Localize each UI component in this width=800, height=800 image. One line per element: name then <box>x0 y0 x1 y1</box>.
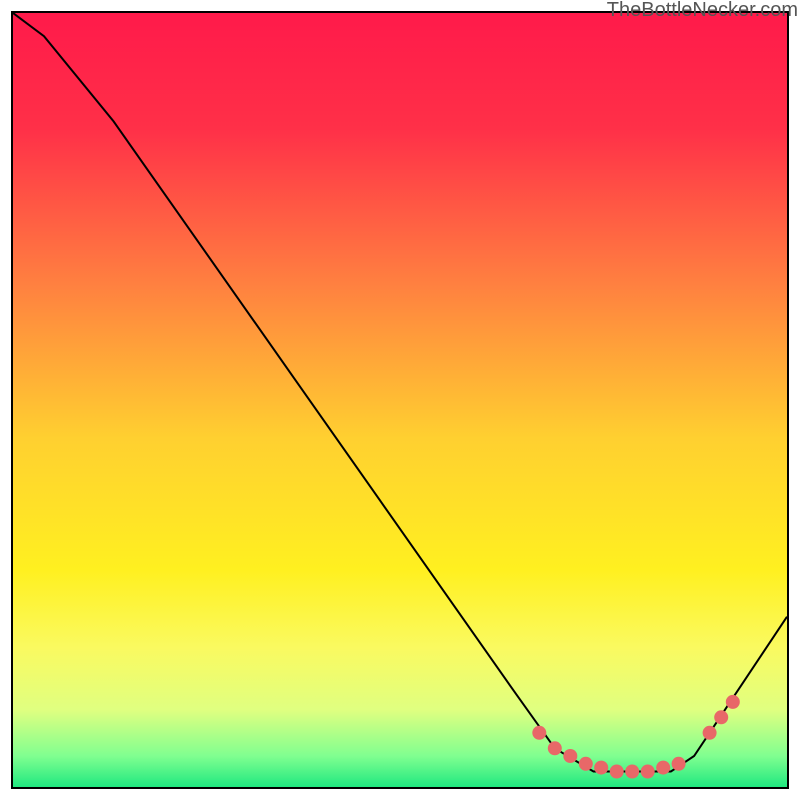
bottleneck-curve <box>13 13 787 772</box>
data-marker <box>548 741 562 755</box>
data-marker <box>579 757 593 771</box>
data-marker <box>532 726 546 740</box>
data-marker <box>656 761 670 775</box>
data-marker <box>594 761 608 775</box>
data-marker <box>641 765 655 779</box>
data-marker <box>703 726 717 740</box>
data-marker <box>625 765 639 779</box>
data-marker <box>610 765 624 779</box>
data-marker <box>563 749 577 763</box>
data-marker <box>714 710 728 724</box>
curve-layer <box>13 13 787 787</box>
chart-plot-area <box>11 11 789 789</box>
data-marker <box>726 695 740 709</box>
data-markers <box>532 695 740 779</box>
data-marker <box>672 757 686 771</box>
watermark-text: TheBottleNecker.com <box>607 0 798 22</box>
